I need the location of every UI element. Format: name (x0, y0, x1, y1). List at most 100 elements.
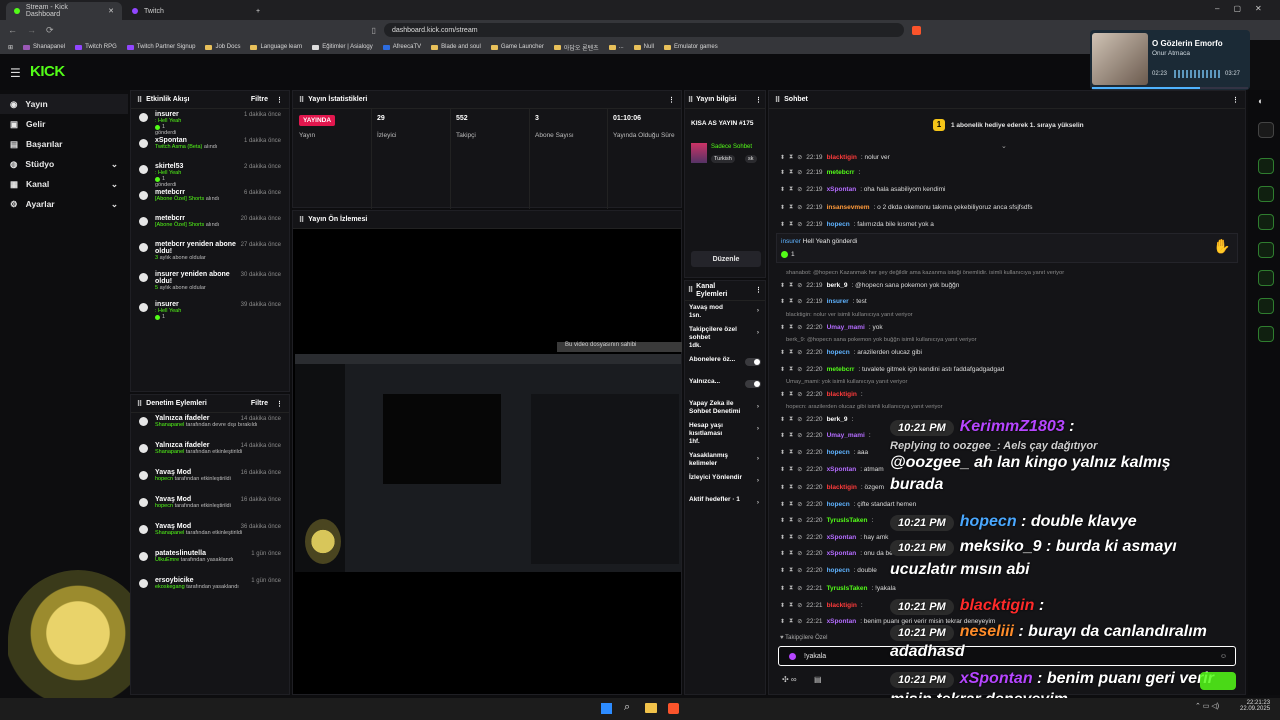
preview-video[interactable] (295, 354, 681, 572)
bookmark-item[interactable]: Blade and soul (431, 44, 481, 50)
ban-icon[interactable]: ⊘ (797, 366, 802, 373)
tag-chip[interactable]: Turkish (711, 155, 735, 163)
chat-message[interactable]: ⬍ ⧗ ⊘ 22:20 hopecn: double (780, 563, 877, 577)
chat-message[interactable]: ⬍ ⧗ ⊘ 22:20 xSpontan: hay amk (780, 530, 888, 544)
chat-username[interactable]: xSpontan (827, 618, 857, 625)
timeout-icon[interactable]: ⧗ (789, 391, 793, 398)
shortcut-layout-button[interactable] (1258, 298, 1274, 314)
chat-message[interactable]: ⬍ ⧗ ⊘ 22:20 Umay_mami: yok (780, 320, 883, 334)
chat-tools-icon[interactable]: ▤ (814, 675, 822, 684)
bookmark-item[interactable]: Null (633, 44, 654, 50)
timeout-icon[interactable]: ⧗ (789, 449, 793, 456)
shortcut-raid-button[interactable] (1258, 186, 1274, 202)
timeout-icon[interactable]: ⧗ (789, 324, 793, 331)
moderation-item[interactable]: Yavaş Mod Shanapanel tarafından etkinleşt… (131, 521, 289, 548)
brave-browser-icon[interactable] (668, 703, 679, 714)
edit-shortcuts-button[interactable] (1258, 122, 1274, 138)
chat-message[interactable]: ⬍ ⧗ ⊘ 22:19 blacktigin: nolur ver (780, 150, 890, 164)
pin-icon[interactable]: ⬍ (780, 602, 785, 609)
pin-icon[interactable]: ⬍ (780, 204, 785, 211)
channel-action-item[interactable]: Yavaş mod 1sn. › (685, 301, 765, 323)
moderator-name[interactable]: hopecn (155, 476, 173, 482)
search-icon[interactable]: ⌕ (624, 701, 630, 714)
forward-icon[interactable]: → (27, 25, 36, 35)
ban-icon[interactable]: ⊘ (797, 416, 802, 423)
timeout-icon[interactable]: ⧗ (789, 282, 793, 289)
windows-start-icon[interactable] (601, 703, 612, 714)
pin-icon[interactable]: ⬍ (780, 517, 785, 524)
timeout-icon[interactable]: ⧗ (789, 501, 793, 508)
pin-icon[interactable]: ⬍ (780, 585, 785, 592)
more-options-icon[interactable]: ⋮ (755, 287, 762, 295)
close-tab-icon[interactable]: ✕ (108, 7, 114, 15)
moderation-item[interactable]: Yalnızca ifadeler Shanapanel tarafından d… (131, 413, 289, 440)
timeout-icon[interactable]: ⧗ (789, 602, 793, 609)
chat-message[interactable]: ⬍ ⧗ ⊘ 22:20 berk_9: (780, 412, 853, 426)
pin-icon[interactable]: ⬍ (780, 618, 785, 625)
activity-item[interactable]: metebcrr [Abone Özel] Shorts alındı 6 daki… (131, 187, 289, 213)
chat-username[interactable]: xSpontan (827, 550, 857, 557)
chat-username[interactable]: blacktigin (827, 484, 857, 491)
timeout-icon[interactable]: ⧗ (789, 366, 793, 373)
chat-message[interactable]: ⬍ ⧗ ⊘ 22:20 blacktigin: özgem (780, 480, 884, 494)
chat-message[interactable]: ⬍ ⧗ ⊘ 22:21 blacktigin: (780, 598, 863, 612)
pin-icon[interactable]: ⬍ (780, 186, 785, 193)
pin-icon[interactable]: ⬍ (780, 466, 785, 473)
chat-message[interactable]: ⬍ ⧗ ⊘ 22:20 metebcrr: tuvalete gitmek için k… (780, 362, 1004, 376)
new-tab-button[interactable]: + (248, 2, 264, 20)
pin-icon[interactable]: ⬍ (780, 567, 785, 574)
chat-username[interactable]: xSpontan (827, 534, 857, 541)
chat-username[interactable]: hopecn (827, 501, 850, 508)
chat-username[interactable]: metebcrr (827, 169, 855, 176)
moderator-name[interactable]: Shanapanel (155, 422, 184, 428)
pin-icon[interactable]: ⬍ (780, 432, 785, 439)
channel-action-item[interactable]: Yapay Zeka ile Sohbet Denetimi › (685, 397, 765, 419)
ban-icon[interactable]: ⊘ (797, 186, 802, 193)
bookmark-item[interactable]: AfreecaTV (382, 44, 421, 50)
moderation-item[interactable]: patateslinutella UlkuEmre tarafından yasa… (131, 548, 289, 575)
chat-username[interactable]: blacktigin (827, 154, 857, 161)
chat-message[interactable]: ⬍ ⧗ ⊘ 22:19 insansevmem: o 2 dkda okemonu ta… (780, 200, 1033, 214)
more-options-icon[interactable]: ⋮ (1232, 96, 1239, 104)
more-options-icon[interactable]: ⋮ (755, 96, 762, 104)
activity-item[interactable]: skirtel53: Hell Yeah 1 gönderdi 2 dakika ön… (131, 161, 289, 188)
chat-message[interactable]: ⬍ ⧗ ⊘ 22:20 TyrusIsTaken: (780, 513, 873, 527)
drag-handle-icon[interactable]: ⠿ (137, 96, 142, 104)
bookmark-item[interactable]: Emulator games (664, 44, 718, 50)
channel-action-item[interactable]: Yasaklanmış kelimeler › (685, 449, 765, 471)
timeout-icon[interactable]: ⧗ (789, 432, 793, 439)
ban-icon[interactable]: ⊘ (797, 550, 802, 557)
chevron-down-icon[interactable]: ⌄ (1001, 142, 1007, 150)
ban-icon[interactable]: ⊘ (797, 221, 802, 228)
drag-handle-icon[interactable]: ⠿ (299, 216, 304, 224)
more-options-icon[interactable]: ⋮ (668, 96, 675, 104)
pin-icon[interactable]: ⬍ (780, 391, 785, 398)
shortcut-tools-button[interactable] (1258, 326, 1274, 342)
shortcut-chat-button[interactable] (1258, 242, 1274, 258)
edit-button[interactable]: Düzenle (691, 251, 761, 267)
chat-username[interactable]: blacktigin (827, 391, 857, 398)
bookmark-item[interactable]: Twitch RPG (75, 44, 117, 50)
chat-message[interactable]: ⬍ ⧗ ⊘ 22:20 blacktigin: (780, 387, 863, 401)
sidebar-item-yayin[interactable]: ◉ Yayın (0, 94, 128, 114)
ban-icon[interactable]: ⊘ (797, 466, 802, 473)
shortcut-poll-button[interactable] (1258, 214, 1274, 230)
toggle-switch[interactable] (745, 358, 761, 366)
pin-icon[interactable]: ⬍ (780, 282, 785, 289)
pin-icon[interactable]: ⬍ (780, 449, 785, 456)
chat-username[interactable]: hopecn (827, 449, 850, 456)
pin-icon[interactable]: ⬍ (780, 484, 785, 491)
ban-icon[interactable]: ⊘ (797, 618, 802, 625)
bookmark-item[interactable]: 아답오 론텐츠 (553, 43, 599, 52)
chat-username[interactable]: insansevmem (827, 204, 870, 211)
chat-username[interactable]: metebcrr (827, 366, 855, 373)
reload-icon[interactable]: ⟳ (46, 25, 54, 36)
chat-message[interactable]: ⬍ ⧗ ⊘ 22:20 xSpontan: onu da be (780, 546, 893, 560)
ban-icon[interactable]: ⊘ (797, 602, 802, 609)
chat-username[interactable]: xSpontan (827, 186, 857, 193)
chat-message[interactable]: ⬍ ⧗ ⊘ 22:19 metebcrr: (780, 165, 860, 179)
chat-username[interactable]: TyrusIsTaken (827, 517, 868, 524)
chat-username[interactable]: blacktigin (827, 602, 857, 609)
chat-username[interactable]: berk_9 (827, 282, 848, 289)
ban-icon[interactable]: ⊘ (797, 432, 802, 439)
